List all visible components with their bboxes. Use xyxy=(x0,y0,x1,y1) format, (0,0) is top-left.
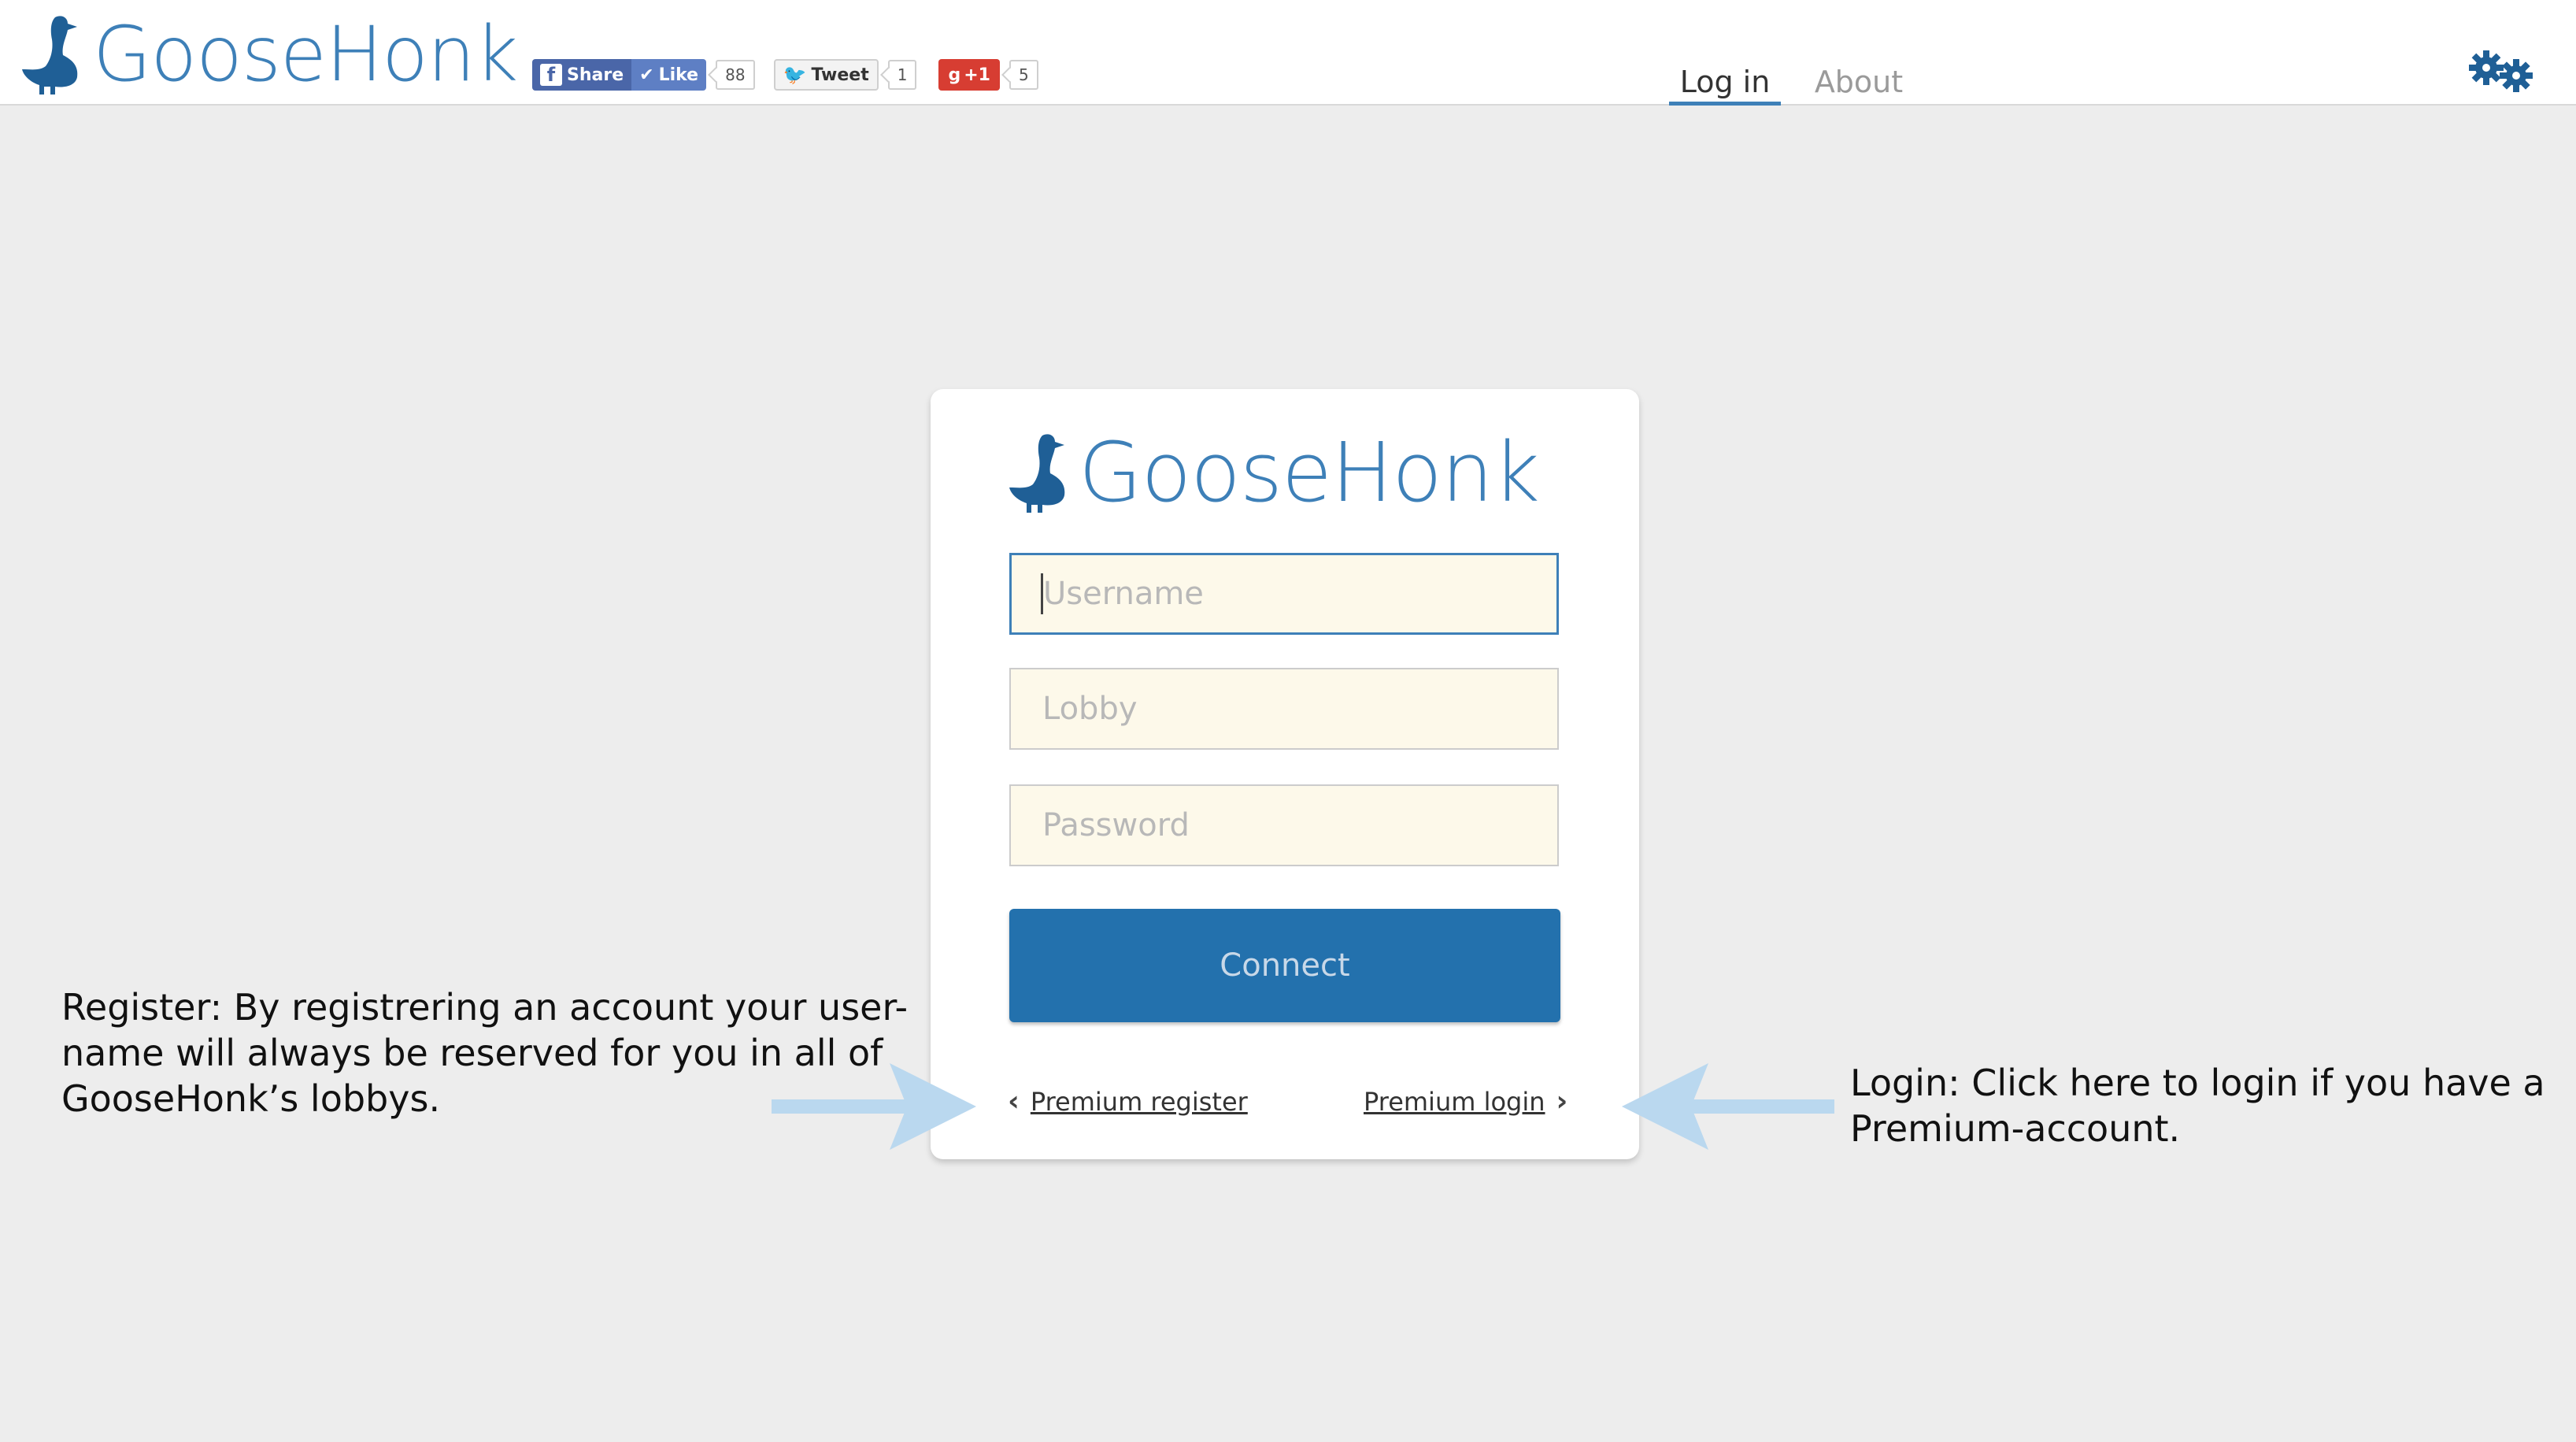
nav-tab-about[interactable]: About xyxy=(1808,61,1910,104)
nav-login-label: Log in xyxy=(1679,65,1771,99)
brand-logo[interactable]: GooseHonk xyxy=(20,10,518,98)
facebook-share-button[interactable]: f Share xyxy=(532,59,632,91)
card-brand-logo: GooseHonk xyxy=(1008,424,1540,521)
top-navigation-bar: GooseHonk f Share ✔ Like 88 🐦 Tweet 1 g … xyxy=(0,0,2576,106)
social-buttons: f Share ✔ Like 88 🐦 Tweet 1 g +1 5 xyxy=(532,58,1038,91)
arrow-left-icon xyxy=(1622,1063,1834,1150)
tweet-label: Tweet xyxy=(811,65,869,85)
login-card: GooseHonk Connect ‹ Premium register Pre… xyxy=(931,389,1639,1159)
facebook-icon: f xyxy=(540,64,562,86)
lobby-input[interactable] xyxy=(1009,668,1559,750)
gears-icon[interactable] xyxy=(2464,47,2540,95)
google-plus-count: 5 xyxy=(1009,60,1038,90)
premium-register-label: Premium register xyxy=(1030,1086,1248,1117)
goose-logo-icon xyxy=(22,16,78,95)
username-input[interactable] xyxy=(1009,553,1559,635)
google-plus-button[interactable]: g +1 xyxy=(938,59,1000,91)
premium-register-link[interactable]: ‹ Premium register xyxy=(1008,1085,1248,1118)
password-input[interactable] xyxy=(1009,784,1559,866)
google-plus-icon: g xyxy=(948,65,961,85)
nav-tab-login[interactable]: Log in xyxy=(1669,61,1781,106)
chevron-right-icon: › xyxy=(1556,1085,1568,1118)
connect-button[interactable]: Connect xyxy=(1009,909,1560,1022)
facebook-share-label: Share xyxy=(567,65,624,85)
tweet-count: 1 xyxy=(887,60,917,90)
twitter-bird-icon: 🐦 xyxy=(783,64,807,86)
card-brand-name: GooseHonk xyxy=(1079,424,1540,521)
tweet-button[interactable]: 🐦 Tweet xyxy=(773,59,879,91)
nav-about-label: About xyxy=(1814,65,1904,99)
facebook-like-button[interactable]: ✔ Like xyxy=(631,59,707,91)
text-cursor xyxy=(1041,573,1043,614)
facebook-like-count: 88 xyxy=(716,60,755,90)
premium-login-label: Premium login xyxy=(1364,1086,1545,1117)
goose-logo-icon xyxy=(1009,434,1065,513)
checkmark-icon: ✔ xyxy=(639,65,654,85)
brand-name: GooseHonk xyxy=(93,10,518,98)
premium-login-link[interactable]: Premium login › xyxy=(1364,1085,1567,1118)
chevron-left-icon: ‹ xyxy=(1008,1085,1020,1118)
arrow-right-icon xyxy=(772,1063,976,1150)
google-plus-label: +1 xyxy=(964,65,990,85)
facebook-like-label: Like xyxy=(658,65,699,85)
login-annotation: Login: Click here to login if you have a… xyxy=(1850,1062,2545,1150)
